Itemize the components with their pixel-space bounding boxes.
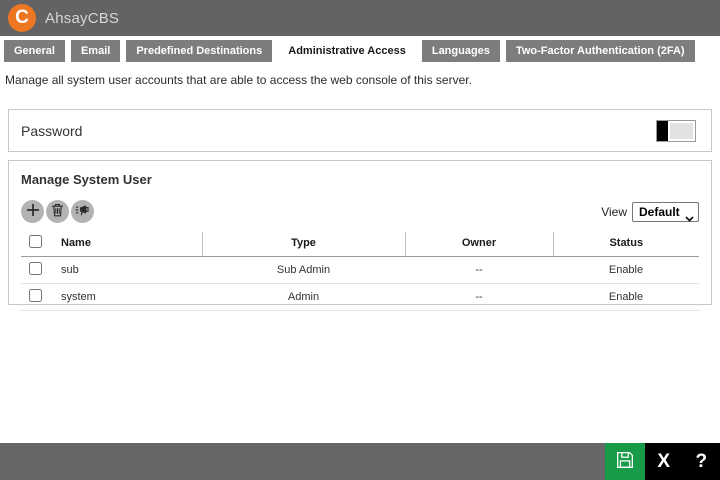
cell-name: sub — [55, 256, 202, 284]
app-title: AhsayCBS — [45, 9, 120, 27]
view-select[interactable]: Default — [632, 201, 699, 222]
tab-languages[interactable]: Languages — [421, 40, 500, 62]
user-toolbar — [21, 200, 94, 223]
cell-status: Enable — [553, 256, 699, 284]
password-toggle[interactable] — [656, 119, 696, 142]
trash-icon — [51, 203, 64, 220]
help-button[interactable]: ? — [683, 443, 720, 480]
ahsay-logo-icon: C — [8, 4, 36, 32]
footer-black-group: X ? — [645, 443, 720, 480]
tab-administrative-access[interactable]: Administrative Access — [278, 40, 416, 62]
cell-owner: -- — [405, 256, 553, 284]
plus-icon — [26, 203, 40, 220]
cell-status: Enable — [553, 283, 699, 311]
page-description: Manage all system user accounts that are… — [5, 73, 472, 87]
delete-user-button[interactable] — [46, 200, 69, 223]
select-all-checkbox[interactable] — [29, 235, 42, 248]
close-button[interactable]: X — [645, 443, 683, 480]
row-checkbox[interactable] — [29, 289, 42, 302]
settings-tab-bar: General Email Predefined Destinations Ad… — [0, 36, 720, 62]
cell-owner: -- — [405, 283, 553, 311]
tab-predefined-destinations[interactable]: Predefined Destinations — [126, 40, 273, 62]
table-row[interactable]: system Admin -- Enable — [21, 283, 699, 311]
row-checkbox[interactable] — [29, 262, 42, 275]
logo-letter: C — [15, 7, 29, 28]
add-user-button[interactable] — [21, 200, 44, 223]
column-header-owner[interactable]: Owner — [404, 232, 553, 257]
floppy-disk-icon — [614, 449, 636, 474]
tab-two-factor-authentication[interactable]: Two-Factor Authentication (2FA) — [505, 40, 695, 62]
toggle-knob — [657, 120, 668, 141]
save-button[interactable] — [605, 443, 645, 480]
system-users-table: Name Type Owner Status sub Sub Admin -- … — [21, 232, 699, 311]
table-row[interactable]: sub Sub Admin -- Enable — [21, 256, 699, 284]
cell-name: system — [55, 283, 202, 311]
ahsaycbs-window: C AhsayCBS General Email Predefined Dest… — [0, 0, 720, 480]
view-label: View — [601, 204, 627, 219]
toggle-track — [668, 120, 695, 141]
toolbar-row: View Default — [21, 200, 699, 223]
password-label: Password — [21, 122, 83, 139]
announce-user-button[interactable] — [71, 200, 94, 223]
manage-system-user-panel: Manage System User View Default Name Typ… — [8, 160, 712, 311]
password-panel: Password — [8, 109, 712, 152]
tab-email[interactable]: Email — [70, 40, 121, 62]
cell-type: Sub Admin — [202, 256, 405, 284]
column-header-type[interactable]: Type — [201, 232, 405, 257]
section-title: Manage System User — [21, 172, 152, 187]
column-header-status[interactable]: Status — [552, 232, 699, 257]
tab-general[interactable]: General — [4, 40, 65, 62]
view-selector-group: View Default — [601, 201, 699, 222]
megaphone-icon — [75, 203, 90, 220]
column-header-name[interactable]: Name — [55, 232, 202, 257]
bottom-action-bar: X ? — [0, 443, 720, 480]
top-header-bar: C AhsayCBS — [0, 0, 720, 36]
cell-type: Admin — [202, 283, 405, 311]
view-select-wrap: Default — [632, 201, 699, 222]
table-header-row: Name Type Owner Status — [21, 232, 699, 257]
